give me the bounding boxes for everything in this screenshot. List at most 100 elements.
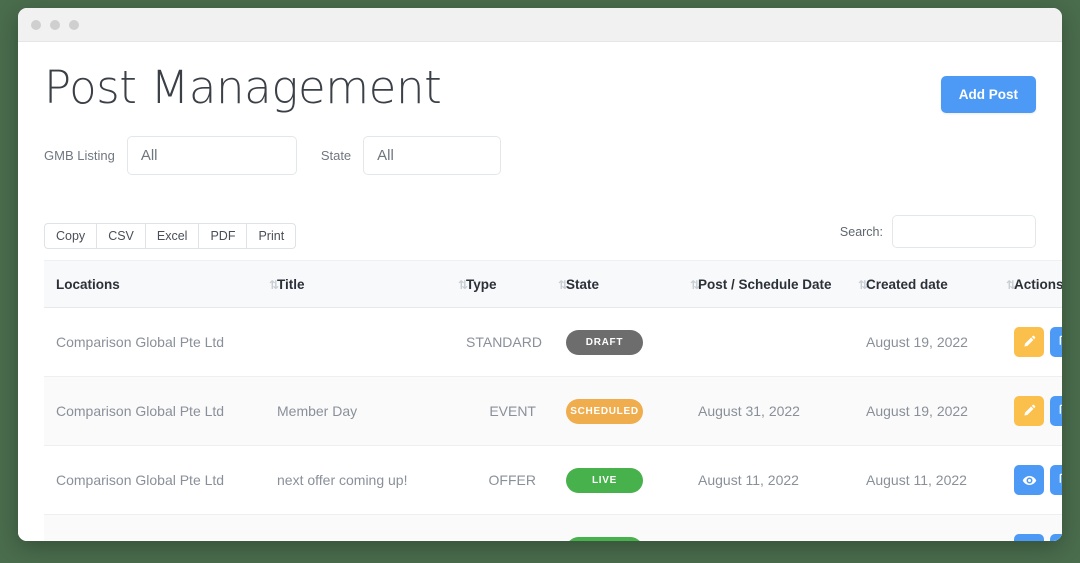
cell-title	[277, 307, 442, 377]
table-header-row: Locations ⇅ Title ⇅ Type ⇅ State ⇅ Post …	[44, 260, 1062, 308]
eye-icon	[1022, 473, 1037, 488]
cell-location: Comparison Global Pte Ltd	[44, 307, 249, 377]
sort-icon-state[interactable]: ⇅	[690, 279, 700, 291]
cell-spacer	[536, 514, 566, 541]
column-header-created-date[interactable]: Created date	[866, 260, 996, 308]
cell-spacer	[676, 514, 698, 541]
close-dot[interactable]	[31, 19, 41, 30]
add-post-button[interactable]: Add Post	[940, 76, 1036, 113]
export-button-group: Copy CSV Excel PDF Print	[44, 223, 297, 249]
filter-bar: GMB Listing State	[44, 136, 1036, 175]
cell-state: LIVE	[566, 445, 676, 515]
cell-spacer	[676, 376, 698, 446]
table-row: Comparison Global Pte Ltd new offer comin…	[44, 514, 1062, 541]
cell-type: OFFER	[466, 514, 536, 541]
column-label-locations: Locations	[56, 277, 120, 292]
state-filter-select[interactable]	[363, 136, 502, 175]
cell-spacer	[848, 445, 866, 515]
sort-icon-post-date[interactable]: ⇅	[858, 279, 868, 291]
maximize-dot[interactable]	[69, 19, 79, 30]
cell-spacer	[536, 445, 566, 515]
sort-cell-post-date[interactable]: ⇅	[848, 260, 868, 308]
cell-type: OFFER	[466, 445, 536, 515]
cell-location: Comparison Global Pte Ltd	[44, 514, 249, 541]
copy-button[interactable]	[1050, 534, 1062, 541]
cell-spacer	[848, 376, 866, 446]
copy-icon	[1058, 473, 1062, 487]
copy-button[interactable]	[1050, 465, 1062, 495]
status-badge: LIVE	[566, 536, 643, 541]
sort-cell-created-date[interactable]: ⇅	[996, 260, 1016, 308]
cell-state: SCHEDULED	[566, 376, 676, 446]
sort-cell-locations[interactable]: ⇅	[249, 260, 279, 308]
cell-spacer	[442, 514, 466, 541]
export-pdf-button[interactable]: PDF	[198, 223, 248, 249]
minimize-dot[interactable]	[50, 19, 60, 30]
export-csv-button[interactable]: CSV	[96, 223, 146, 249]
sort-cell-type[interactable]: ⇅	[536, 260, 568, 308]
column-header-post-date[interactable]: Post / Schedule Date	[698, 260, 848, 308]
browser-window: Post Management Add Post GMB Listing Sta…	[18, 8, 1062, 541]
cell-spacer	[249, 376, 277, 446]
cell-created-date: August 11, 2022	[866, 445, 996, 515]
cell-created-date: August 19, 2022	[866, 307, 996, 377]
cell-location: Comparison Global Pte Ltd	[44, 376, 249, 446]
table-head: Locations ⇅ Title ⇅ Type ⇅ State ⇅ Post …	[44, 260, 1062, 308]
column-header-locations[interactable]: Locations	[44, 260, 249, 308]
cell-spacer	[442, 307, 466, 377]
cell-actions	[1014, 514, 1062, 541]
view-button[interactable]	[1014, 534, 1044, 541]
cell-post-date: August 11, 2022	[698, 445, 848, 515]
sort-cell-title[interactable]: ⇅	[442, 260, 468, 308]
export-excel-button[interactable]: Excel	[144, 223, 200, 249]
table-row: Comparison Global Pte Ltd STANDARD DRAFT Au…	[44, 307, 1062, 377]
cell-spacer	[249, 445, 277, 515]
edit-button[interactable]	[1014, 396, 1044, 426]
action-button-group	[1014, 327, 1062, 357]
edit-button[interactable]	[1014, 327, 1044, 357]
cell-spacer	[996, 307, 1014, 377]
cell-post-date: August 31, 2022	[698, 376, 848, 446]
cell-actions	[1014, 376, 1062, 446]
cell-spacer	[442, 445, 466, 515]
cell-created-date: August 11, 2022	[866, 514, 996, 541]
cell-post-date: August 11, 2022	[698, 514, 848, 541]
column-label-actions: Actions	[1014, 277, 1062, 292]
status-badge: DRAFT	[566, 329, 643, 355]
column-label-created-date: Created date	[866, 277, 948, 292]
sort-cell-state[interactable]: ⇅	[676, 260, 700, 308]
pencil-icon	[1022, 335, 1036, 349]
search-input[interactable]	[892, 215, 1036, 248]
cell-actions	[1014, 307, 1062, 377]
column-header-actions: Actions	[1014, 260, 1062, 308]
cell-spacer	[676, 307, 698, 377]
export-copy-button[interactable]: Copy	[44, 223, 98, 249]
column-header-type[interactable]: Type	[466, 260, 536, 308]
cell-title: new offer coming	[277, 514, 442, 541]
table-row: Comparison Global Pte Ltd next offer comi…	[44, 445, 1062, 515]
cell-spacer	[996, 376, 1014, 446]
gmb-listing-select[interactable]	[126, 136, 297, 175]
cell-actions	[1014, 445, 1062, 515]
cell-state: DRAFT	[566, 307, 676, 377]
sort-icon-type[interactable]: ⇅	[558, 279, 568, 291]
cell-location: Comparison Global Pte Ltd	[44, 445, 249, 515]
sort-icon-title[interactable]: ⇅	[458, 279, 468, 291]
column-header-title[interactable]: Title	[277, 260, 442, 308]
column-header-state[interactable]: State	[566, 260, 676, 308]
copy-button[interactable]	[1050, 396, 1062, 426]
copy-button[interactable]	[1050, 327, 1062, 357]
cell-state: LIVE	[566, 514, 676, 541]
export-print-button[interactable]: Print	[246, 223, 297, 249]
cell-spacer	[249, 514, 277, 541]
window-titlebar	[18, 8, 1062, 42]
table-row: Comparison Global Pte Ltd Member Day EVENT…	[44, 376, 1062, 446]
cell-spacer	[676, 445, 698, 515]
sort-icon-created-date[interactable]: ⇅	[1006, 279, 1016, 291]
sort-icon-locations[interactable]: ⇅	[269, 279, 279, 291]
column-label-post-date: Post / Schedule Date	[698, 277, 832, 292]
copy-icon	[1058, 404, 1062, 418]
cell-type: EVENT	[466, 376, 536, 446]
state-filter-label: State	[320, 148, 352, 163]
view-button[interactable]	[1014, 465, 1044, 495]
